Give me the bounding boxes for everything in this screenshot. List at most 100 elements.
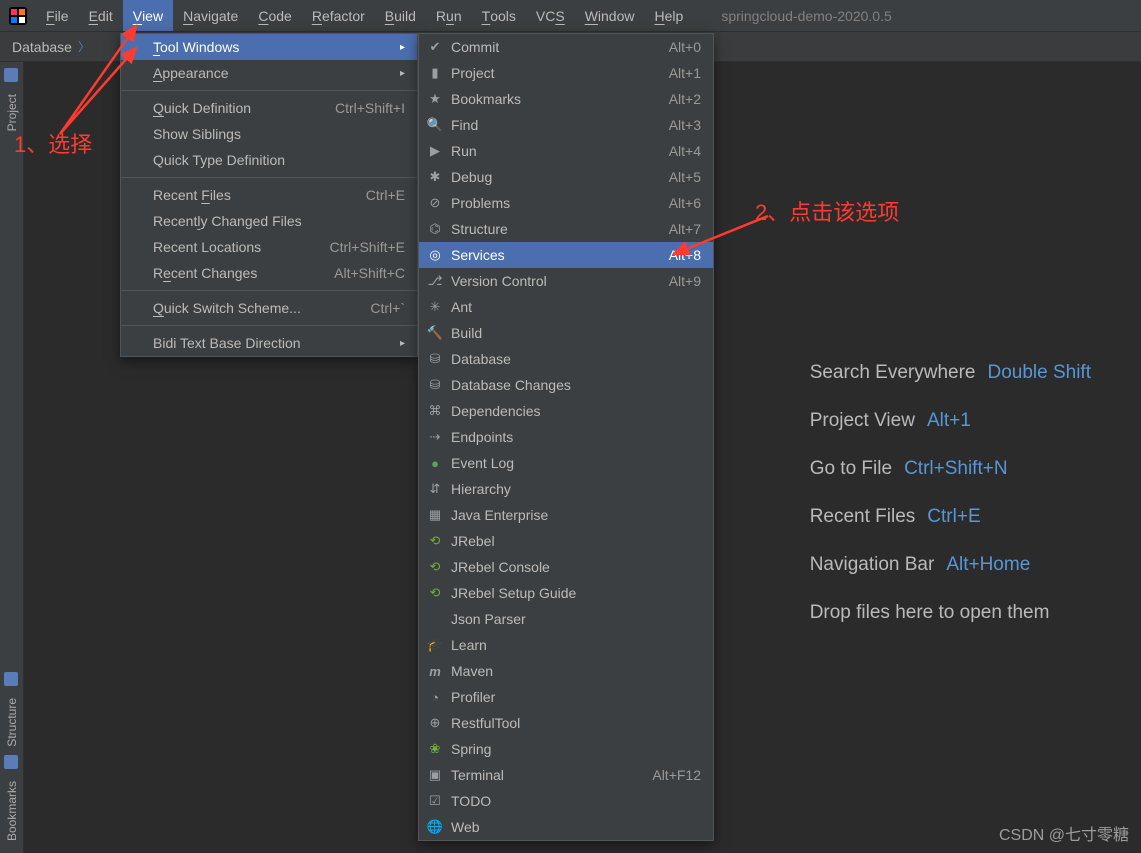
hint-row: Project ViewAlt+1 — [810, 410, 1091, 432]
tool-window-commit[interactable]: ✔CommitAlt+0 — [419, 34, 713, 60]
hint-row: Search EverywhereDouble Shift — [810, 362, 1091, 384]
menu-help[interactable]: Help — [645, 0, 694, 31]
tool-window-spring[interactable]: ❀Spring — [419, 736, 713, 762]
endpoints-icon: ⇢ — [427, 429, 443, 445]
tool-window-json-parser[interactable]: Json Parser — [419, 606, 713, 632]
tool-window-maven[interactable]: mMaven — [419, 658, 713, 684]
problems-icon: ⊘ — [427, 195, 443, 211]
commit-icon: ✔ — [427, 39, 443, 55]
tool-window-hierarchy[interactable]: ⇵Hierarchy — [419, 476, 713, 502]
tool-window-debug[interactable]: ✱DebugAlt+5 — [419, 164, 713, 190]
view-menu-item[interactable]: Show Siblings — [121, 121, 417, 147]
menu-run[interactable]: Run — [426, 0, 472, 31]
tool-window-event-log[interactable]: ●Event Log — [419, 450, 713, 476]
tool-window-jrebel-console[interactable]: ⟲JRebel Console — [419, 554, 713, 580]
tool-window-terminal[interactable]: ▣TerminalAlt+F12 — [419, 762, 713, 788]
view-menu-item[interactable]: Tool Windows▸ — [121, 34, 417, 60]
menu-refactor[interactable]: Refactor — [302, 0, 375, 31]
menu-tools[interactable]: Tools — [472, 0, 526, 31]
tool-window-version-control[interactable]: ⎇Version ControlAlt+9 — [419, 268, 713, 294]
todo-icon: ☑ — [427, 793, 443, 809]
menu-view[interactable]: View — [123, 0, 173, 31]
tool-window-project[interactable]: ▮ProjectAlt+1 — [419, 60, 713, 86]
services-icon: ◎ — [427, 247, 443, 263]
menu-separator — [121, 290, 417, 291]
tool-window-endpoints[interactable]: ⇢Endpoints — [419, 424, 713, 450]
database-changes-icon: ⛁ — [427, 377, 443, 393]
hint-row: Recent FilesCtrl+E — [810, 506, 1091, 528]
project-title: springcloud-demo-2020.0.5 — [721, 8, 891, 24]
menu-edit[interactable]: Edit — [79, 0, 123, 31]
view-menu-item[interactable]: Quick Type Definition — [121, 147, 417, 173]
chevron-right-icon: ▸ — [400, 338, 405, 349]
tool-window-bookmarks[interactable]: ★BookmarksAlt+2 — [419, 86, 713, 112]
tool-window-database-changes[interactable]: ⛁Database Changes — [419, 372, 713, 398]
view-menu-item[interactable]: Bidi Text Base Direction▸ — [121, 330, 417, 356]
chevron-right-icon: ▸ — [400, 42, 405, 53]
menu-bar: FileEditViewNavigateCodeRefactorBuildRun… — [0, 0, 1141, 32]
tool-window-dependencies[interactable]: ⌘Dependencies — [419, 398, 713, 424]
tool-window-problems[interactable]: ⊘ProblemsAlt+6 — [419, 190, 713, 216]
strip-structure[interactable]: Structure — [5, 692, 19, 753]
view-menu-item[interactable]: Recent ChangesAlt+Shift+C — [121, 260, 417, 286]
tool-window-learn[interactable]: 🎓Learn — [419, 632, 713, 658]
menu-code[interactable]: Code — [248, 0, 301, 31]
menu-separator — [121, 177, 417, 178]
version-control-icon: ⎇ — [427, 273, 443, 289]
maven-icon: m — [427, 663, 443, 679]
view-menu-item[interactable]: Quick Switch Scheme...Ctrl+` — [121, 295, 417, 321]
hint-row: Navigation BarAlt+Home — [810, 554, 1091, 576]
tool-window-database[interactable]: ⛁Database — [419, 346, 713, 372]
tool-window-todo[interactable]: ☑TODO — [419, 788, 713, 814]
profiler-icon: ◔ — [427, 689, 443, 705]
menu-window[interactable]: Window — [575, 0, 645, 31]
view-menu-item[interactable]: Recently Changed Files — [121, 208, 417, 234]
jrebel-setup-guide-icon: ⟲ — [427, 585, 443, 601]
learn-icon: 🎓 — [427, 637, 443, 653]
view-menu-item[interactable]: Appearance▸ — [121, 60, 417, 86]
menu-vcs[interactable]: VCS — [526, 0, 575, 31]
tool-window-web[interactable]: 🌐Web — [419, 814, 713, 840]
welcome-hints: Search EverywhereDouble Shift Project Vie… — [810, 362, 1091, 624]
strip-bookmarks[interactable]: Bookmarks — [5, 775, 19, 847]
event-log-icon: ● — [427, 455, 443, 471]
jrebel-icon: ⟲ — [427, 533, 443, 549]
restfultool-icon: ⊕ — [427, 715, 443, 731]
menu-file[interactable]: File — [36, 0, 79, 31]
tool-window-ant[interactable]: ✳Ant — [419, 294, 713, 320]
project-icon — [4, 68, 20, 84]
tool-window-restfultool[interactable]: ⊕RestfulTool — [419, 710, 713, 736]
menu-separator — [121, 90, 417, 91]
menu-build[interactable]: Build — [375, 0, 426, 31]
structure-icon — [4, 672, 20, 688]
chevron-right-icon: ▸ — [400, 68, 405, 79]
tool-window-run[interactable]: ▶RunAlt+4 — [419, 138, 713, 164]
tool-window-find[interactable]: 🔍FindAlt+3 — [419, 112, 713, 138]
tool-window-java-enterprise[interactable]: ▦Java Enterprise — [419, 502, 713, 528]
tool-window-jrebel[interactable]: ⟲JRebel — [419, 528, 713, 554]
bookmark-icon — [4, 755, 20, 771]
hierarchy-icon: ⇵ — [427, 481, 443, 497]
strip-project[interactable]: Project — [5, 88, 19, 137]
bookmarks-icon: ★ — [427, 91, 443, 107]
app-logo-icon — [8, 6, 28, 26]
view-menu-item[interactable]: Recent FilesCtrl+E — [121, 182, 417, 208]
breadcrumb-segment[interactable]: Database — [12, 39, 72, 55]
hint-row: Drop files here to open them — [810, 602, 1091, 624]
ant-icon: ✳ — [427, 299, 443, 315]
tool-window-build[interactable]: 🔨Build — [419, 320, 713, 346]
view-menu-item[interactable]: Recent LocationsCtrl+Shift+E — [121, 234, 417, 260]
tool-window-services[interactable]: ◎ServicesAlt+8 — [419, 242, 713, 268]
chevron-right-icon: 〉 — [78, 38, 90, 55]
view-menu-item[interactable]: Quick DefinitionCtrl+Shift+I — [121, 95, 417, 121]
dependencies-icon: ⌘ — [427, 403, 443, 419]
tool-window-profiler[interactable]: ◔Profiler — [419, 684, 713, 710]
tool-windows-menu-panel: ✔CommitAlt+0▮ProjectAlt+1★BookmarksAlt+2… — [418, 33, 714, 841]
hint-row: Go to FileCtrl+Shift+N — [810, 458, 1091, 480]
find-icon: 🔍 — [427, 117, 443, 133]
tool-window-structure[interactable]: ⌬StructureAlt+7 — [419, 216, 713, 242]
spring-icon: ❀ — [427, 741, 443, 757]
run-icon: ▶ — [427, 143, 443, 159]
tool-window-jrebel-setup-guide[interactable]: ⟲JRebel Setup Guide — [419, 580, 713, 606]
menu-navigate[interactable]: Navigate — [173, 0, 248, 31]
